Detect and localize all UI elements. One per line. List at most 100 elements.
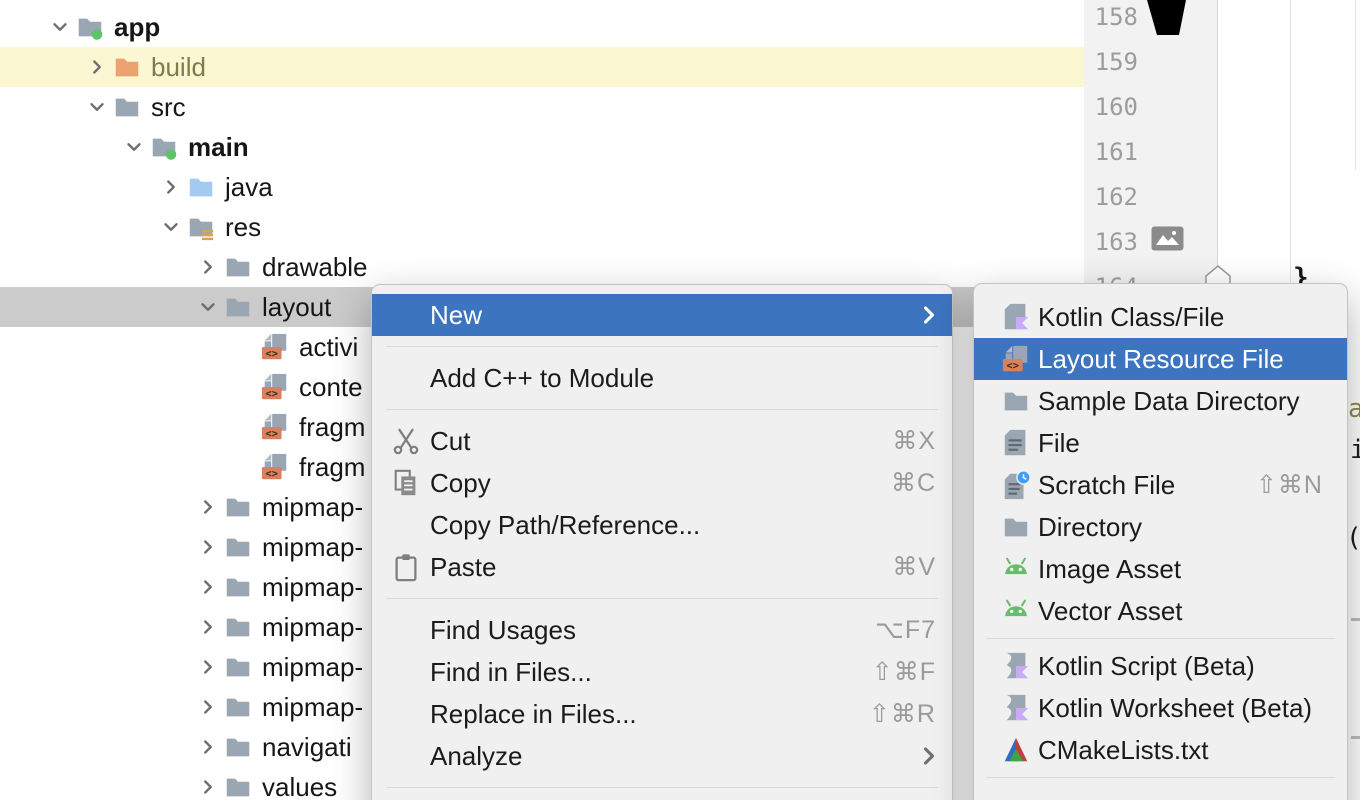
submenu-item-sample-data-directory[interactable]: Sample Data Directory (974, 380, 1347, 422)
tree-item-label: fragm (299, 407, 365, 447)
chevron-right-icon[interactable] (194, 613, 222, 641)
menu-item-new[interactable]: New (372, 294, 952, 336)
tree-item-label: main (188, 127, 249, 167)
folder-icon (222, 691, 254, 723)
editor-text-fragment: a (1348, 394, 1360, 424)
chevron-right-icon[interactable] (194, 733, 222, 761)
menu-item-label: CMakeLists.txt (1038, 735, 1209, 766)
menu-item-label: Kotlin Class/File (1038, 302, 1224, 333)
chevron-down-icon[interactable] (194, 293, 222, 321)
menu-item-analyze[interactable]: Analyze (372, 735, 952, 777)
kotlin-script-icon (1000, 650, 1032, 682)
folder-icon (222, 731, 254, 763)
tree-item-java[interactable]: java (0, 167, 1084, 207)
folder-app-icon (148, 131, 180, 163)
submenu-item-file[interactable]: File (974, 422, 1347, 464)
folder-icon (1000, 511, 1032, 543)
tree-item-build[interactable]: build (0, 47, 1084, 87)
chevron-right-icon[interactable] (83, 53, 111, 81)
folder-icon (111, 91, 143, 123)
chevron-right-icon[interactable] (194, 493, 222, 521)
folder-icon (222, 611, 254, 643)
menu-item-replace-in-files[interactable]: Replace in Files...⇧⌘R (372, 693, 952, 735)
menu-item-label: File (1038, 428, 1080, 459)
menu-separator (386, 787, 938, 788)
submenu-item-directory[interactable]: Directory (974, 506, 1347, 548)
chevron-right-icon[interactable] (194, 653, 222, 681)
file-icon (1000, 427, 1032, 459)
folder-icon (222, 251, 254, 283)
menu-icon-spacer (390, 656, 422, 688)
submenu-item-scratch-file[interactable]: Scratch File⇧⌘N (974, 464, 1347, 506)
menu-item-find-usages[interactable]: Find Usages⌥F7 (372, 609, 952, 651)
context-menu: New Add C++ to Module Cut⌘XCopy⌘C Copy Path… (371, 284, 953, 800)
chevron-spacer (231, 373, 259, 401)
menu-item-label: Image Asset (1038, 554, 1181, 585)
tree-item-res[interactable]: res (0, 207, 1084, 247)
submenu-item-image-asset[interactable]: Image Asset (974, 548, 1347, 590)
submenu-item-kotlin-worksheet-beta[interactable]: Kotlin Worksheet (Beta) (974, 687, 1347, 729)
folder-blue-icon (185, 171, 217, 203)
menu-item-label: Add C++ to Module (430, 363, 654, 394)
menu-item-copy-path-reference[interactable]: Copy Path/Reference... (372, 504, 952, 546)
submenu-item-kotlin-script-beta[interactable]: Kotlin Script (Beta) (974, 645, 1347, 687)
menu-separator (986, 638, 1335, 639)
tree-item-src[interactable]: src (0, 87, 1084, 127)
cut-icon (390, 425, 422, 457)
folder-app-icon (74, 11, 106, 43)
submenu-item-vector-asset[interactable]: Vector Asset (974, 590, 1347, 632)
shortcut-label: ⇧⌘F (872, 657, 936, 687)
svg-text:<>: <> (266, 388, 278, 400)
chevron-right-icon[interactable] (194, 253, 222, 281)
chevron-down-icon[interactable] (157, 213, 185, 241)
menu-icon-spacer (390, 362, 422, 394)
menu-separator (986, 777, 1335, 778)
menu-item-label: Copy (430, 468, 491, 499)
tree-item-label: app (114, 7, 160, 47)
indent-guide (1355, 0, 1356, 170)
menu-item-paste[interactable]: Paste⌘V (372, 546, 952, 588)
svg-text:<>: <> (266, 348, 278, 360)
indent-guide (1290, 0, 1291, 284)
new-submenu: Kotlin Class/File<>Layout Resource FileS… (973, 283, 1348, 800)
image-preview-icon[interactable] (1151, 226, 1184, 256)
menu-item-label: Layout Resource File (1038, 344, 1284, 375)
tree-item-label: src (151, 87, 186, 127)
folder-icon (222, 291, 254, 323)
kotlin-file-icon (1000, 301, 1032, 333)
tree-item-main[interactable]: main (0, 127, 1084, 167)
menu-item-copy[interactable]: Copy⌘C (372, 462, 952, 504)
copy-icon (390, 467, 422, 499)
submenu-item-layout-resource-file[interactable]: <>Layout Resource File (974, 338, 1347, 380)
chevron-right-icon[interactable] (194, 773, 222, 800)
layout-xml-icon: <> (1000, 343, 1032, 375)
shortcut-label: ⇧⌘R (869, 699, 936, 729)
menu-item-cut[interactable]: Cut⌘X (372, 420, 952, 462)
menu-item-label: Find Usages (430, 615, 576, 646)
menu-item-label: Copy Path/Reference... (430, 510, 700, 541)
submenu-item-kotlin-class-file[interactable]: Kotlin Class/File (974, 296, 1347, 338)
submenu-item-cmakelists-txt[interactable]: CMakeLists.txt (974, 729, 1347, 771)
chevron-right-icon[interactable] (194, 533, 222, 561)
menu-icon-spacer (390, 614, 422, 646)
menu-item-add-c-to-module[interactable]: Add C++ to Module (372, 357, 952, 399)
android-icon (1000, 553, 1032, 585)
layout-xml-icon: <> (259, 411, 291, 443)
menu-icon-spacer (390, 509, 422, 541)
chevron-down-icon[interactable] (46, 13, 74, 41)
tree-item-label: mipmap- (262, 687, 363, 727)
layout-xml-icon: <> (259, 451, 291, 483)
tree-item-label: navigati (262, 727, 352, 767)
chevron-down-icon[interactable] (83, 93, 111, 121)
chevron-right-icon[interactable] (194, 573, 222, 601)
menu-item-find-in-files[interactable]: Find in Files... ⇧⌘F (372, 651, 952, 693)
menu-item-label: Find in Files... (430, 657, 592, 688)
chevron-down-icon[interactable] (120, 133, 148, 161)
tree-item-label: values (262, 767, 337, 800)
chevron-right-icon[interactable] (194, 693, 222, 721)
tree-item-app[interactable]: app (0, 7, 1084, 47)
tree-item-drawable[interactable]: drawable (0, 247, 1084, 287)
chevron-right-icon[interactable] (157, 173, 185, 201)
editor-text-fragment: i (1350, 435, 1360, 465)
folder-orange-icon (111, 51, 143, 83)
